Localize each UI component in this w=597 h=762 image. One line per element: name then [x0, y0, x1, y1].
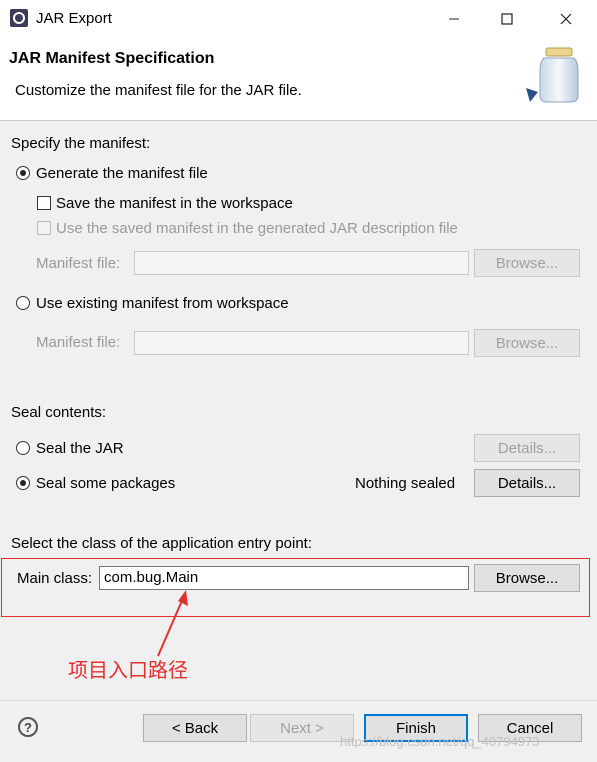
use-existing-manifest-label: Use existing manifest from workspace [36, 295, 289, 312]
seal-jar-details-button[interactable]: Details... [474, 434, 580, 462]
maximize-icon [501, 13, 513, 25]
seal-jar-label: Seal the JAR [36, 440, 124, 457]
seal-packages-radio[interactable] [16, 476, 30, 490]
use-saved-manifest-checkbox[interactable] [37, 221, 51, 235]
annotation-text: 项目入口路径 [68, 658, 188, 682]
close-window-button[interactable] [548, 6, 584, 32]
minimize-button[interactable] [436, 6, 472, 32]
existing-manifest-browse-button[interactable]: Browse... [474, 329, 580, 357]
save-manifest-checkbox[interactable] [37, 196, 51, 210]
manifest-section-label: Specify the manifest: [11, 135, 151, 152]
manifest-file-label: Manifest file: [36, 255, 121, 272]
main-class-browse-button[interactable]: Browse... [474, 564, 580, 592]
main-class-label: Main class: [17, 570, 93, 587]
seal-packages-details-button[interactable]: Details... [474, 469, 580, 497]
seal-packages-label: Seal some packages [36, 475, 176, 492]
page-description: Customize the manifest file for the JAR … [15, 82, 302, 99]
seal-jar-radio[interactable] [16, 441, 30, 455]
minimize-icon [449, 18, 459, 20]
manifest-file-input[interactable] [134, 251, 469, 275]
generate-manifest-label: Generate the manifest file [36, 165, 208, 182]
existing-manifest-file-input[interactable] [134, 331, 469, 355]
maximize-button[interactable] [489, 6, 525, 32]
close-icon [560, 13, 572, 25]
back-button[interactable]: < Back [143, 714, 247, 742]
existing-manifest-file-label: Manifest file: [36, 334, 121, 351]
annotation-arrow-icon [157, 590, 188, 657]
use-existing-manifest-radio[interactable] [16, 296, 30, 310]
manifest-browse-button[interactable]: Browse... [474, 249, 580, 277]
seal-status-text: Nothing sealed [355, 475, 456, 492]
jar-icon [526, 47, 579, 103]
footer-separator [0, 700, 597, 701]
save-manifest-label: Save the manifest in the workspace [56, 195, 293, 212]
generate-manifest-radio[interactable] [16, 166, 30, 180]
use-saved-manifest-label: Use the saved manifest in the generated … [56, 220, 458, 237]
eclipse-app-icon [10, 9, 28, 27]
help-icon[interactable]: ? [18, 717, 38, 737]
entry-section-label: Select the class of the application entr… [11, 535, 313, 552]
page-title: JAR Manifest Specification [9, 50, 215, 67]
seal-section-label: Seal contents: [11, 404, 107, 421]
watermark-text: https://blog.csdn.net/qq_40794973 [340, 734, 540, 749]
main-class-input[interactable]: com.bug.Main [99, 566, 469, 590]
next-button[interactable]: Next > [250, 714, 354, 742]
window-title: JAR Export [36, 10, 112, 27]
